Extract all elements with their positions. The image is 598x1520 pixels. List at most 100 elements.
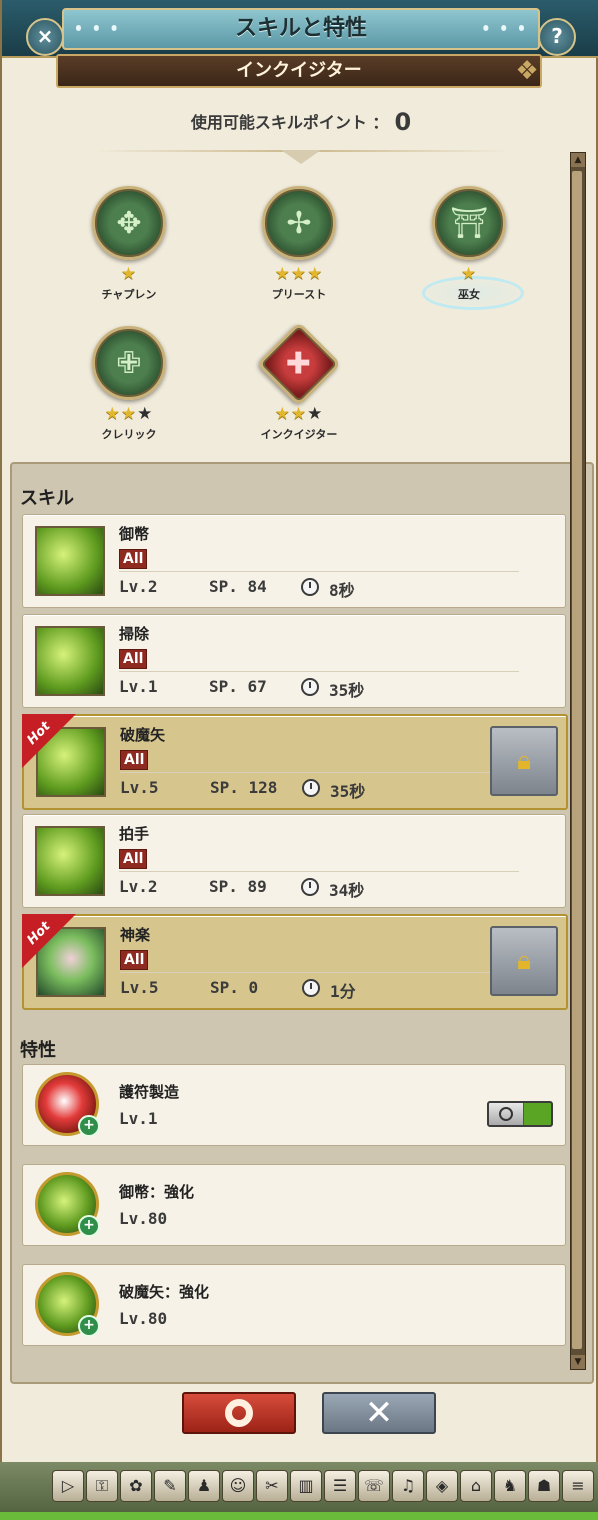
clock-icon: [301, 878, 319, 896]
class-name: チャプレン: [101, 288, 157, 301]
skill-cooldown: 8秒: [329, 581, 355, 600]
skill-sp: SP. 128: [210, 778, 278, 797]
divider: [120, 772, 520, 773]
class-stars: ★★★: [274, 404, 324, 424]
clap-skill-icon: [35, 826, 105, 896]
all-tag: All: [120, 750, 149, 770]
clock-icon: [302, 979, 320, 997]
dock-button-icon[interactable]: ✿: [120, 1470, 152, 1502]
class-stars: ★★★: [274, 264, 324, 284]
skill-level: Lv.5: [120, 978, 159, 997]
divider: [120, 972, 520, 973]
toggle-knob: [489, 1103, 524, 1125]
skill-name: 破魔矢: [120, 726, 166, 744]
dock-button-icon[interactable]: ☏: [358, 1470, 390, 1502]
all-tag: All: [120, 950, 149, 970]
trait-name: 護符製造: [119, 1083, 180, 1101]
ornament-right-icon: ❖: [515, 56, 539, 86]
trait-row[interactable]: + 御幣：強化 Lv.80: [22, 1164, 566, 1246]
dock-button-icon[interactable]: ☗: [528, 1470, 560, 1502]
class-chaplain[interactable]: ✥ ★ チャプレン: [64, 186, 194, 302]
plus-icon: +: [78, 1115, 100, 1137]
scroll-thumb[interactable]: [572, 171, 582, 1349]
clock-icon: [301, 678, 319, 696]
lock-button[interactable]: 🔒︎: [490, 726, 558, 796]
divider: [119, 671, 519, 672]
help-button[interactable]: ?: [538, 18, 576, 56]
lock-icon: 🔒︎: [517, 945, 531, 976]
skill-name: 拍手: [119, 825, 150, 843]
class-inquisitor[interactable]: ✚ ★★★ インクイジター: [234, 321, 364, 442]
dock-button-icon[interactable]: ☺: [222, 1470, 254, 1502]
skill-level: Lv.2: [119, 877, 158, 896]
class-miko[interactable]: ⛩ ★ 巫女: [404, 186, 534, 302]
trait-row[interactable]: + 破魔矢：強化 Lv.80: [22, 1264, 566, 1346]
trait-row[interactable]: + 護符製造 Lv.1: [22, 1064, 566, 1146]
skill-points-value: 0: [394, 108, 412, 136]
class-subtitle: インクイジター: [56, 54, 542, 88]
skill-sp: SP. 84: [209, 577, 267, 596]
cross-icon: ✕: [364, 1393, 394, 1433]
skill-cooldown: 34秒: [329, 881, 365, 900]
dock-button-icon[interactable]: ▥: [290, 1470, 322, 1502]
dock-button-icon[interactable]: ♫: [392, 1470, 424, 1502]
close-icon: ×: [36, 24, 54, 48]
skill-row[interactable]: 御幣 All Lv.2 SP. 84 8秒: [22, 514, 566, 608]
scrollbar[interactable]: ▲ ▼: [570, 152, 586, 1370]
class-name: プリースト: [271, 288, 327, 301]
lock-button[interactable]: 🔒︎: [490, 926, 558, 996]
title-dots-left: • • •: [74, 21, 121, 37]
title-bar: × • • • スキルと特性 • • • ?: [2, 0, 598, 58]
all-tag: All: [119, 849, 148, 869]
skill-row[interactable]: Hot 破魔矢 All Lv.5 SP. 128 35秒 🔒︎: [22, 714, 568, 810]
trait-toggle[interactable]: [487, 1101, 553, 1127]
class-stars: ★: [460, 264, 478, 284]
traits-section-title: 特性: [20, 1040, 56, 1061]
skill-name: 御幣: [119, 525, 150, 543]
scroll-down-icon[interactable]: ▼: [571, 1355, 585, 1369]
dock-button-icon[interactable]: ◈: [426, 1470, 458, 1502]
dock-button-icon[interactable]: ⚿: [86, 1470, 118, 1502]
dock-button-icon[interactable]: ▷: [52, 1470, 84, 1502]
dock-button-icon[interactable]: ☰: [324, 1470, 356, 1502]
class-name: クレリック: [101, 428, 157, 441]
class-stars: ★★★: [104, 404, 154, 424]
trait-level: Lv.1: [119, 1109, 158, 1128]
dock-button-icon[interactable]: ✂: [256, 1470, 288, 1502]
dock-button-icon[interactable]: ⌂: [460, 1470, 492, 1502]
cross-leaf-icon: ✢: [262, 186, 336, 260]
scroll-up-icon[interactable]: ▲: [571, 153, 585, 167]
skill-level: Lv.5: [120, 778, 159, 797]
skill-sp: SP. 67: [209, 677, 267, 696]
skills-section-title: スキル: [20, 488, 74, 509]
clock-icon: [302, 779, 320, 797]
dock-button-icon[interactable]: ♟: [188, 1470, 220, 1502]
all-tag: All: [119, 649, 148, 669]
skill-cooldown: 35秒: [330, 782, 366, 801]
trait-name: 御幣：強化: [119, 1183, 195, 1201]
close-button[interactable]: ×: [26, 18, 64, 56]
lock-icon: 🔒︎: [517, 745, 531, 776]
circle-ok-icon: [225, 1399, 253, 1427]
trait-level: Lv.80: [119, 1209, 168, 1228]
class-priest[interactable]: ✢ ★★★ プリースト: [234, 186, 364, 302]
skill-name: 掃除: [119, 625, 150, 643]
dock-button-icon[interactable]: ♞: [494, 1470, 526, 1502]
cancel-button[interactable]: ✕: [322, 1392, 436, 1434]
dock-button-icon[interactable]: ≡: [562, 1470, 594, 1502]
gohei-enhance-icon: +: [35, 1172, 100, 1237]
skill-points: 使用可能スキルポイント ： 0: [2, 108, 598, 136]
skill-row[interactable]: 掃除 All Lv.1 SP. 67 35秒: [22, 614, 566, 708]
skill-name: 神楽: [120, 926, 151, 944]
plus-icon: +: [78, 1215, 100, 1237]
confirm-button[interactable]: [182, 1392, 296, 1434]
window-title-text: スキルと特性: [234, 16, 367, 41]
skill-level: Lv.2: [119, 577, 158, 596]
skill-level: Lv.1: [119, 677, 158, 696]
class-cleric[interactable]: ✙ ★★★ クレリック: [64, 326, 194, 442]
class-name: 巫女: [458, 288, 480, 301]
dock-button-icon[interactable]: ✎: [154, 1470, 186, 1502]
title-dots-right: • • •: [481, 21, 528, 37]
skill-row[interactable]: 拍手 All Lv.2 SP. 89 34秒: [22, 814, 566, 908]
skill-row[interactable]: Hot 神楽 All Lv.5 SP. 0 1分 🔒︎: [22, 914, 568, 1010]
